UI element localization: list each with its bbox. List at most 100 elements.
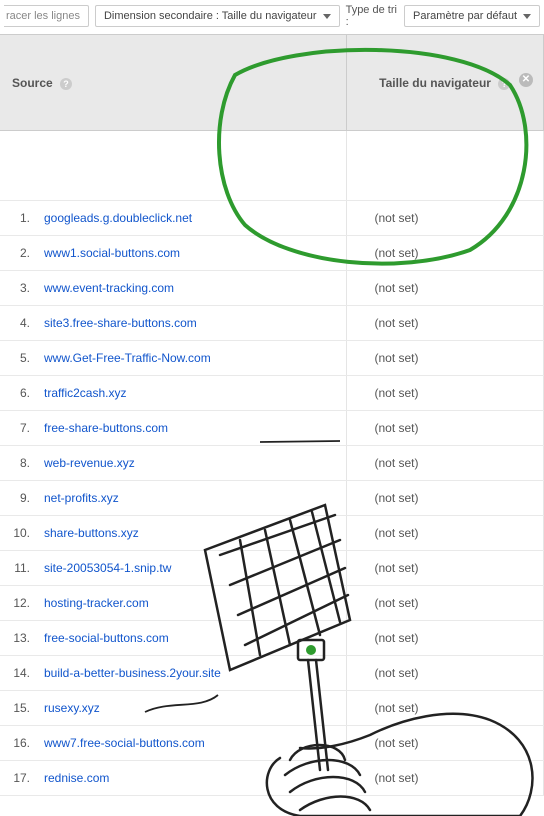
row-index: 14. <box>0 656 36 691</box>
table-row: 16. www7.free-social-buttons.com (not set) <box>0 726 544 761</box>
row-browser-size: (not set) <box>346 621 544 656</box>
row-index: 2. <box>0 236 36 271</box>
source-link[interactable]: web-revenue.xyz <box>44 456 135 470</box>
table-row: 17. rednise.com (not set) <box>0 761 544 796</box>
trace-lines-label: racer les lignes <box>6 10 80 22</box>
secondary-dimension-label: Dimension secondaire : Taille du navigat… <box>104 10 317 22</box>
row-index: 15. <box>0 691 36 726</box>
row-source: rusexy.xyz <box>36 691 346 726</box>
row-index: 16. <box>0 726 36 761</box>
row-index: 9. <box>0 481 36 516</box>
source-link[interactable]: www.event-tracking.com <box>44 281 174 295</box>
row-source: googleads.g.doubleclick.net <box>36 201 346 236</box>
row-browser-size: (not set) <box>346 236 544 271</box>
row-index: 11. <box>0 551 36 586</box>
row-index: 7. <box>0 411 36 446</box>
sort-type-value: Paramètre par défaut <box>413 10 517 22</box>
column-header-source[interactable]: Source ? <box>0 35 346 131</box>
table-row: 13. free-social-buttons.com (not set) <box>0 621 544 656</box>
source-link[interactable]: site3.free-share-buttons.com <box>44 316 197 330</box>
row-source: rednise.com <box>36 761 346 796</box>
source-link[interactable]: site-20053054-1.snip.tw <box>44 561 171 575</box>
source-link[interactable]: www1.social-buttons.com <box>44 246 180 260</box>
trace-lines-button[interactable]: racer les lignes <box>4 5 89 27</box>
source-link[interactable]: share-buttons.xyz <box>44 526 139 540</box>
table-row: 5. www.Get-Free-Traffic-Now.com (not set) <box>0 341 544 376</box>
row-index: 12. <box>0 586 36 621</box>
row-browser-size: (not set) <box>346 271 544 306</box>
row-source: net-profits.xyz <box>36 481 346 516</box>
table-row: 14. build-a-better-business.2your.site (no… <box>0 656 544 691</box>
column-header-browser-size[interactable]: Taille du navigateur ? ✕ <box>346 35 544 131</box>
row-source: free-social-buttons.com <box>36 621 346 656</box>
source-link[interactable]: free-share-buttons.com <box>44 421 168 435</box>
source-link[interactable]: www.Get-Free-Traffic-Now.com <box>44 351 211 365</box>
row-source: site3.free-share-buttons.com <box>36 306 346 341</box>
column-header-source-label: Source <box>12 76 53 90</box>
row-browser-size: (not set) <box>346 586 544 621</box>
secondary-dimension-dropdown[interactable]: Dimension secondaire : Taille du navigat… <box>95 5 340 27</box>
row-source: free-share-buttons.com <box>36 411 346 446</box>
chevron-down-icon <box>323 14 331 19</box>
row-index: 1. <box>0 201 36 236</box>
row-browser-size: (not set) <box>346 341 544 376</box>
source-link[interactable]: traffic2cash.xyz <box>44 386 126 400</box>
table-header-row: Source ? Taille du navigateur ? ✕ <box>0 35 544 131</box>
sort-type-label: Type de tri : <box>346 4 398 28</box>
row-source: www.Get-Free-Traffic-Now.com <box>36 341 346 376</box>
row-browser-size: (not set) <box>346 201 544 236</box>
row-browser-size: (not set) <box>346 376 544 411</box>
table-row: 12. hosting-tracker.com (not set) <box>0 586 544 621</box>
row-browser-size: (not set) <box>346 306 544 341</box>
row-index: 4. <box>0 306 36 341</box>
row-index: 8. <box>0 446 36 481</box>
row-index: 5. <box>0 341 36 376</box>
row-index: 13. <box>0 621 36 656</box>
row-browser-size: (not set) <box>346 551 544 586</box>
source-link[interactable]: net-profits.xyz <box>44 491 119 505</box>
source-link[interactable]: hosting-tracker.com <box>44 596 149 610</box>
row-source: share-buttons.xyz <box>36 516 346 551</box>
table-row: 9. net-profits.xyz (not set) <box>0 481 544 516</box>
column-header-browser-size-label: Taille du navigateur <box>379 76 491 90</box>
row-source: www1.social-buttons.com <box>36 236 346 271</box>
table-row: 6. traffic2cash.xyz (not set) <box>0 376 544 411</box>
row-source: www.event-tracking.com <box>36 271 346 306</box>
help-icon[interactable]: ? <box>60 78 72 90</box>
source-link[interactable]: googleads.g.doubleclick.net <box>44 211 192 225</box>
table-row: 11. site-20053054-1.snip.tw (not set) <box>0 551 544 586</box>
source-link[interactable]: rednise.com <box>44 771 109 785</box>
row-browser-size: (not set) <box>346 446 544 481</box>
row-source: build-a-better-business.2your.site <box>36 656 346 691</box>
summary-row <box>0 131 544 201</box>
row-source: site-20053054-1.snip.tw <box>36 551 346 586</box>
toolbar: racer les lignes Dimension secondaire : … <box>0 0 544 34</box>
row-source: www7.free-social-buttons.com <box>36 726 346 761</box>
row-index: 17. <box>0 761 36 796</box>
row-index: 10. <box>0 516 36 551</box>
source-link[interactable]: rusexy.xyz <box>44 701 100 715</box>
remove-column-icon[interactable]: ✕ <box>519 73 533 87</box>
table-row: 10. share-buttons.xyz (not set) <box>0 516 544 551</box>
table-row: 1. googleads.g.doubleclick.net (not set) <box>0 201 544 236</box>
row-browser-size: (not set) <box>346 516 544 551</box>
help-icon[interactable]: ? <box>498 78 510 90</box>
table-row: 8. web-revenue.xyz (not set) <box>0 446 544 481</box>
source-link[interactable]: free-social-buttons.com <box>44 631 169 645</box>
chevron-down-icon <box>523 14 531 19</box>
source-link[interactable]: build-a-better-business.2your.site <box>44 666 221 680</box>
table-row: 7. free-share-buttons.com (not set) <box>0 411 544 446</box>
sort-type-dropdown[interactable]: Paramètre par défaut <box>404 5 540 27</box>
data-table: Source ? Taille du navigateur ? ✕ 1. goog… <box>0 34 544 796</box>
row-browser-size: (not set) <box>346 761 544 796</box>
row-browser-size: (not set) <box>346 411 544 446</box>
table-row: 4. site3.free-share-buttons.com (not set) <box>0 306 544 341</box>
row-browser-size: (not set) <box>346 726 544 761</box>
source-link[interactable]: www7.free-social-buttons.com <box>44 736 205 750</box>
row-browser-size: (not set) <box>346 481 544 516</box>
table-row: 3. www.event-tracking.com (not set) <box>0 271 544 306</box>
table-row: 2. www1.social-buttons.com (not set) <box>0 236 544 271</box>
row-index: 6. <box>0 376 36 411</box>
row-index: 3. <box>0 271 36 306</box>
row-browser-size: (not set) <box>346 656 544 691</box>
